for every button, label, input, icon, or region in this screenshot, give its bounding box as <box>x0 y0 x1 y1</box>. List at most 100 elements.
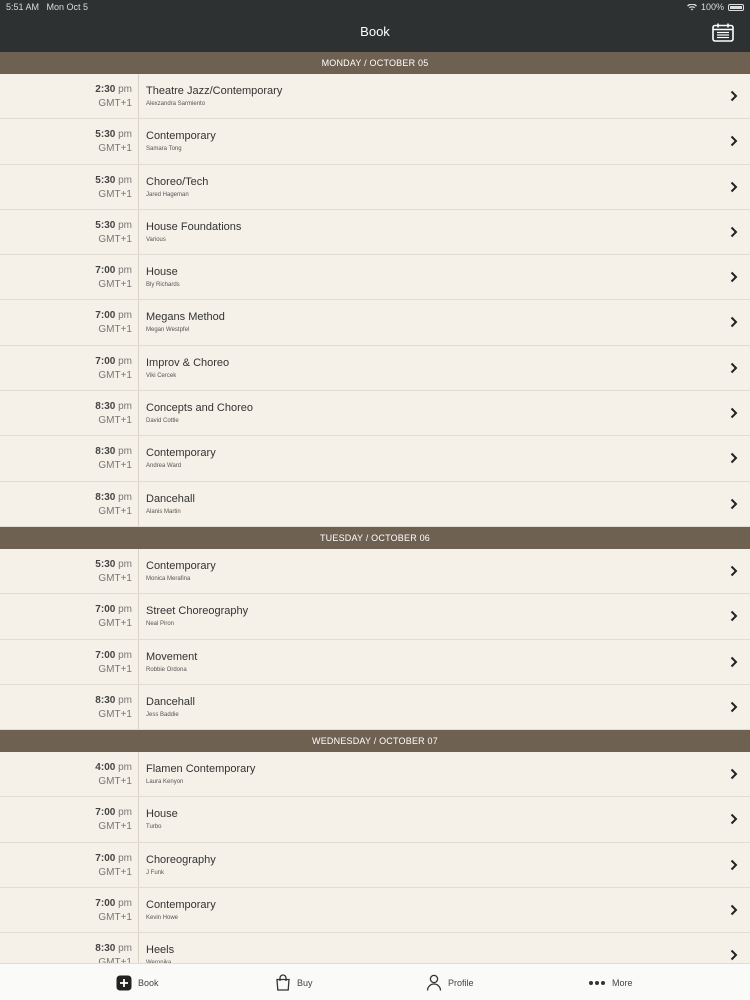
class-name: Heels <box>146 944 175 957</box>
class-start-time: 7:00 <box>95 649 116 661</box>
class-time: 7:00 pm GMT+1 <box>0 255 139 300</box>
class-start-time: 7:00 <box>95 852 116 864</box>
class-timezone: GMT+1 <box>98 776 132 788</box>
class-row[interactable]: 8:30 pm GMT+1 Dancehall Jess Baddie <box>0 684 750 731</box>
class-teacher: Megan Westpfel <box>146 327 190 334</box>
chevron-right-icon <box>730 611 738 622</box>
class-teacher: Kevin Howe <box>146 915 179 922</box>
class-start-time: 8:30 <box>95 446 116 458</box>
class-row[interactable]: 7:00 pm GMT+1 House Turbo <box>0 797 750 843</box>
battery-percent: 100% <box>700 2 724 12</box>
class-time: 7:00 pm GMT+1 <box>0 300 139 345</box>
class-row[interactable]: 2:30 pm GMT+1 Theatre Jazz/Contemporary Ale… <box>0 74 750 120</box>
tab-label: Profile <box>448 977 474 988</box>
class-name: Movement <box>146 650 198 663</box>
class-ampm: pm <box>118 898 132 910</box>
class-row[interactable]: 5:30 pm GMT+1 House Foundations Various <box>0 209 750 256</box>
calendar-icon[interactable] <box>712 23 734 42</box>
class-row[interactable]: 5:30 pm GMT+1 Contemporary Samara Tong <box>0 119 750 165</box>
class-name: House <box>146 266 178 279</box>
class-row[interactable]: 8:30 pmGMT+1HeelsWeronika <box>0 933 750 963</box>
class-ampm: pm <box>118 649 132 661</box>
class-time: 7:00 pm GMT+1 <box>0 594 139 639</box>
class-time: 8:30 pm GMT+1 <box>0 933 139 963</box>
class-time: 5:30 pm GMT+1 <box>0 164 139 209</box>
page-title: Book <box>360 24 390 39</box>
class-name: Improv & Choreo <box>146 356 230 369</box>
class-time: 7:00 pm GMT+1 <box>0 842 139 888</box>
class-teacher: David Cottle <box>146 418 179 425</box>
class-row[interactable]: 7:00 pm GMT+1 Contemporary Kevin Howe <box>0 888 750 934</box>
class-start-time: 8:30 <box>95 694 116 706</box>
class-time: 4:00 pm GMT+1 <box>0 752 139 797</box>
class-row[interactable]: 7:00 pm GMT+1 Street Choreography Neal Piro… <box>0 594 750 640</box>
tab-more[interactable]: More <box>588 964 633 1000</box>
class-timezone: GMT+1 <box>98 572 132 584</box>
class-time: 8:30 pm GMT+1 <box>0 391 139 436</box>
class-teacher: Jared Hageman <box>146 191 189 198</box>
class-name: Contemporary <box>146 899 216 912</box>
chevron-right-icon <box>730 136 738 147</box>
class-timezone: GMT+1 <box>98 505 132 517</box>
tab-book[interactable]: Book <box>116 964 159 1000</box>
chevron-right-icon <box>730 768 738 780</box>
class-start-time: 2:30 <box>95 84 116 95</box>
class-name: Contemporary <box>146 130 216 143</box>
class-name: Contemporary <box>146 559 216 572</box>
class-row[interactable]: 8:30 pm GMT+1 Concepts and Choreo David Cot… <box>0 391 750 437</box>
class-time: 2:30 pm GMT+1 <box>0 74 139 119</box>
wifi-icon <box>686 3 697 10</box>
chevron-right-icon <box>730 701 738 713</box>
chevron-right-icon <box>730 317 738 328</box>
class-teacher: Viki Cercek <box>146 372 177 379</box>
class-row[interactable]: 7:00 pm GMT+1 Megans Method Megan Westpfel <box>0 300 750 346</box>
class-row[interactable]: 8:30 pm GMT+1 Dancehall Alanis Martin <box>0 481 750 527</box>
class-row[interactable]: 7:00 pm GMT+1 House Bly Richards <box>0 255 750 301</box>
class-row[interactable]: 5:30 pm GMT+1 Contemporary Monica Merafina <box>0 548 750 595</box>
shopping-bag-icon <box>276 974 290 991</box>
class-timezone: GMT+1 <box>98 663 132 675</box>
class-ampm: pm <box>118 762 132 774</box>
day-header: WEDNESDAY / OCTOBER 07 <box>0 730 750 753</box>
class-time: 7:00 pm GMT+1 <box>0 888 139 933</box>
class-time: 5:30 pm GMT+1 <box>0 119 139 164</box>
class-ampm: pm <box>118 604 132 616</box>
tab-label: More <box>612 977 633 988</box>
class-name: Contemporary <box>146 447 216 460</box>
class-timezone: GMT+1 <box>98 912 132 924</box>
class-schedule-list[interactable]: MONDAY / OCTOBER 05 2:30 pm GMT+1 Theatre J… <box>0 52 750 963</box>
tab-profile[interactable]: Profile <box>426 964 474 1000</box>
class-row[interactable]: 8:30 pm GMT+1 Contemporary Andrea Ward <box>0 436 750 482</box>
class-timezone: GMT+1 <box>98 233 132 245</box>
chevron-right-icon <box>730 271 738 283</box>
chevron-right-icon <box>730 814 738 825</box>
class-start-time: 4:00 <box>95 762 116 774</box>
class-start-time: 8:30 <box>95 491 116 503</box>
class-row[interactable]: 7:00 pm GMT+1 Movement Robbie Ordona <box>0 639 750 685</box>
class-row[interactable]: 4:00 pm GMT+1 Flamen Contemporary Laura Ken… <box>0 752 750 798</box>
class-ampm: pm <box>118 491 132 503</box>
class-time: 7:00 pm GMT+1 <box>0 345 139 391</box>
class-timezone: GMT+1 <box>98 415 132 427</box>
class-teacher: Andrea Ward <box>146 463 182 470</box>
class-start-time: 7:00 <box>95 898 116 910</box>
class-start-time: 8:30 <box>95 401 116 413</box>
class-name: Concepts and Choreo <box>146 402 254 415</box>
class-ampm: pm <box>118 310 132 322</box>
class-ampm: pm <box>118 694 132 706</box>
chevron-right-icon <box>730 950 738 961</box>
chevron-right-icon <box>730 181 738 192</box>
class-start-time: 7:00 <box>95 355 116 367</box>
class-time: 7:00 pm GMT+1 <box>0 797 139 842</box>
class-start-time: 5:30 <box>95 219 116 231</box>
class-row[interactable]: 7:00 pm GMT+1 Choreography J Funk <box>0 842 750 889</box>
class-time: 5:30 pm GMT+1 <box>0 548 139 594</box>
class-name: Street Choreography <box>146 605 249 618</box>
chevron-right-icon <box>730 656 738 667</box>
class-ampm: pm <box>118 129 132 141</box>
class-row[interactable]: 7:00 pm GMT+1 Improv & Choreo Viki Cercek <box>0 345 750 392</box>
tab-buy[interactable]: Buy <box>275 964 313 1000</box>
class-row[interactable]: 5:30 pm GMT+1 Choreo/Tech Jared Hageman <box>0 164 750 210</box>
class-ampm: pm <box>118 355 132 367</box>
class-teacher: Laura Kenyon <box>146 779 184 786</box>
